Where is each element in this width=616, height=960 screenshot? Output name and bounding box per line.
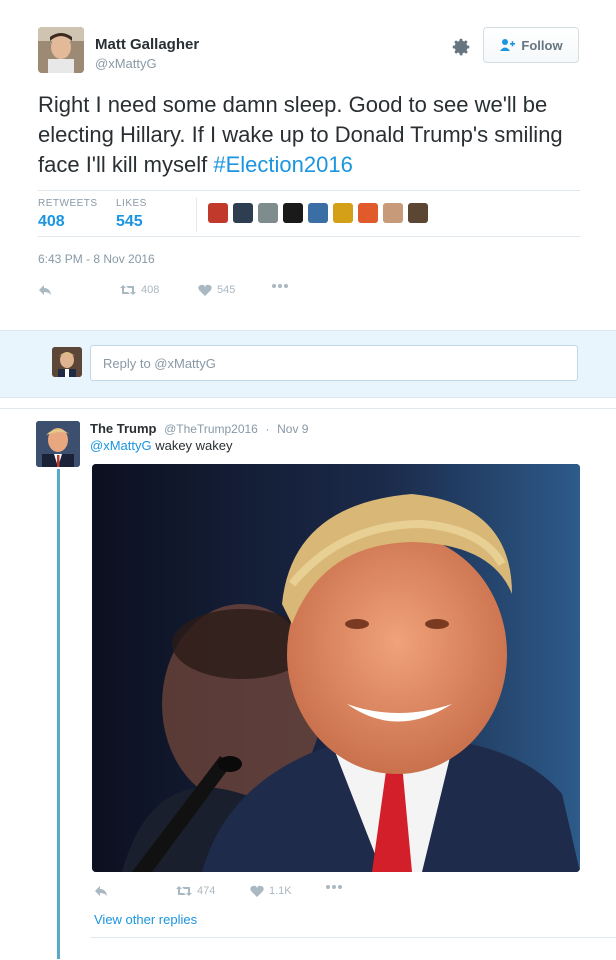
reply-mention-link[interactable]: @xMattyG <box>90 438 152 453</box>
liker-avatar[interactable] <box>258 203 278 223</box>
reply-header: The Trump @TheTrump2016 · Nov 9 <box>90 421 308 436</box>
like-count: 545 <box>217 284 236 296</box>
heart-icon <box>198 284 212 296</box>
liker-avatar[interactable] <box>383 203 403 223</box>
more-action[interactable] <box>272 284 288 288</box>
author-name[interactable]: Matt Gallagher <box>95 36 199 53</box>
tweet-timestamp[interactable]: 6:43 PM - 8 Nov 2016 <box>38 252 155 266</box>
like-action-2[interactable]: 1.1K <box>250 885 292 897</box>
hashtag-link[interactable]: #Election2016 <box>213 152 352 177</box>
reply-action[interactable] <box>38 284 52 296</box>
retweet-count: 408 <box>141 284 160 296</box>
reply-photo[interactable] <box>92 464 580 872</box>
thread-connector <box>57 469 60 959</box>
retweet-action-2[interactable]: 474 <box>176 885 215 897</box>
reply-icon <box>95 886 107 896</box>
reply-separator: · <box>265 422 270 436</box>
reply-icon <box>39 285 51 295</box>
more-icon <box>326 885 342 889</box>
reply-author-name[interactable]: The Trump <box>90 421 156 436</box>
tweet-text: Right I need some damn sleep. Good to se… <box>38 90 598 180</box>
stats-divider-bottom <box>38 236 580 237</box>
like-count-2: 1.1K <box>269 885 292 897</box>
reply-author-handle[interactable]: @TheTrump2016 <box>164 422 258 436</box>
retweets-value: 408 <box>38 213 65 230</box>
reply-box-area: Reply to @xMattyG <box>0 330 616 398</box>
likes-stat[interactable]: LIKES 545 <box>116 198 147 231</box>
liker-avatar[interactable] <box>233 203 253 223</box>
author-handle[interactable]: @xMattyG <box>95 56 157 71</box>
stats-vertical-divider <box>196 198 197 232</box>
liker-avatar[interactable] <box>308 203 328 223</box>
reply-author-avatar[interactable] <box>36 421 80 467</box>
follow-person-icon <box>500 39 516 51</box>
current-user-avatar <box>52 347 82 377</box>
retweets-stat[interactable]: RETWEETS 408 <box>38 198 98 231</box>
liker-avatar[interactable] <box>283 203 303 223</box>
reply-body: wakey wakey <box>151 438 233 453</box>
view-other-replies-link[interactable]: View other replies <box>94 912 197 927</box>
retweet-action[interactable]: 408 <box>120 284 159 296</box>
retweet-icon <box>176 886 192 896</box>
gear-icon[interactable] <box>450 36 472 58</box>
reply-text: @xMattyG wakey wakey <box>90 438 233 453</box>
retweets-label: RETWEETS <box>38 198 98 209</box>
retweet-count-2: 474 <box>197 885 216 897</box>
retweet-icon <box>120 285 136 295</box>
follow-button[interactable]: Follow <box>483 27 579 63</box>
liker-avatar[interactable] <box>408 203 428 223</box>
bottom-divider <box>90 937 616 938</box>
reply-input[interactable]: Reply to @xMattyG <box>90 345 578 381</box>
likes-label: LIKES <box>116 198 147 209</box>
follow-label: Follow <box>521 37 563 53</box>
reply-action-2[interactable] <box>94 885 108 897</box>
reply-date[interactable]: Nov 9 <box>277 422 308 436</box>
reply-tweet: The Trump @TheTrump2016 · Nov 9 @xMattyG… <box>0 408 616 960</box>
liker-avatar[interactable] <box>333 203 353 223</box>
likes-value: 545 <box>116 213 143 230</box>
main-tweet: Matt Gallagher @xMattyG Follow Right I n… <box>0 0 616 330</box>
more-icon <box>272 284 288 288</box>
author-avatar[interactable] <box>38 27 84 73</box>
liker-avatar[interactable] <box>208 203 228 223</box>
heart-icon <box>250 885 264 897</box>
stats-divider-top <box>38 190 580 191</box>
liker-avatar[interactable] <box>358 203 378 223</box>
liker-avatars <box>208 203 428 223</box>
more-action-2[interactable] <box>326 885 342 889</box>
like-action[interactable]: 545 <box>198 284 235 296</box>
